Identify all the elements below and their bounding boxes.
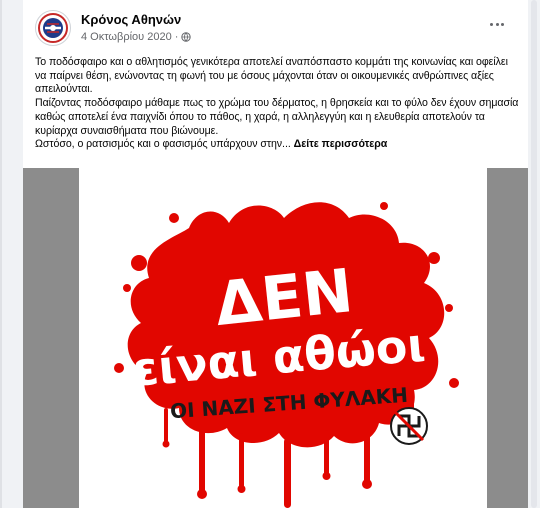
crossed-swastika-icon	[390, 407, 428, 445]
more-options-icon[interactable]	[483, 14, 511, 34]
feed-post: Κρόνος Αθηνών 4 Οκτωβρίου 2020 · Το ποδό…	[23, 0, 528, 508]
left-divider	[0, 0, 2, 508]
post-date[interactable]: 4 Οκτωβρίου 2020	[81, 31, 172, 43]
globe-icon[interactable]	[181, 32, 192, 42]
scrollbar[interactable]	[528, 0, 540, 508]
post-text: Το ποδόσφαιρο και ο αθλητισμός γενικότερ…	[35, 56, 520, 152]
truncated-text: Ωστόσο, ο ρατσισμός και ο φασισμός υπάρχ…	[35, 138, 291, 151]
left-panel-edge	[0, 0, 22, 508]
post-meta: 4 Οκτωβρίου 2020 ·	[81, 31, 192, 43]
post-author-name[interactable]: Κρόνος Αθηνών	[81, 12, 181, 27]
post-paragraph-2: Παίζοντας ποδόσφαιρο μάθαμε πως το χρώμα…	[35, 97, 519, 137]
anti-fascist-poster[interactable]: ΔΕΝ είναι αθώοι ΟΙ ΝΑΖΙ ΣΤΗ ΦΥΛΑΚΗ	[79, 168, 487, 508]
post-paragraph-3: Ωστόσο, ο ρατσισμός και ο φασισμός υπάρχ…	[35, 138, 520, 152]
see-more-link[interactable]: Δείτε περισσότερα	[294, 138, 388, 150]
post-image[interactable]: ΔΕΝ είναι αθώοι ΟΙ ΝΑΖΙ ΣΤΗ ΦΥΛΑΚΗ	[23, 168, 528, 508]
scrollbar-track[interactable]	[531, 0, 537, 508]
club-logo-icon[interactable]	[35, 10, 71, 46]
post-header: Κρόνος Αθηνών 4 Οκτωβρίου 2020 ·	[35, 10, 515, 50]
post-paragraph-1: Το ποδόσφαιρο και ο αθλητισμός γενικότερ…	[35, 56, 508, 96]
meta-separator: ·	[174, 31, 179, 43]
